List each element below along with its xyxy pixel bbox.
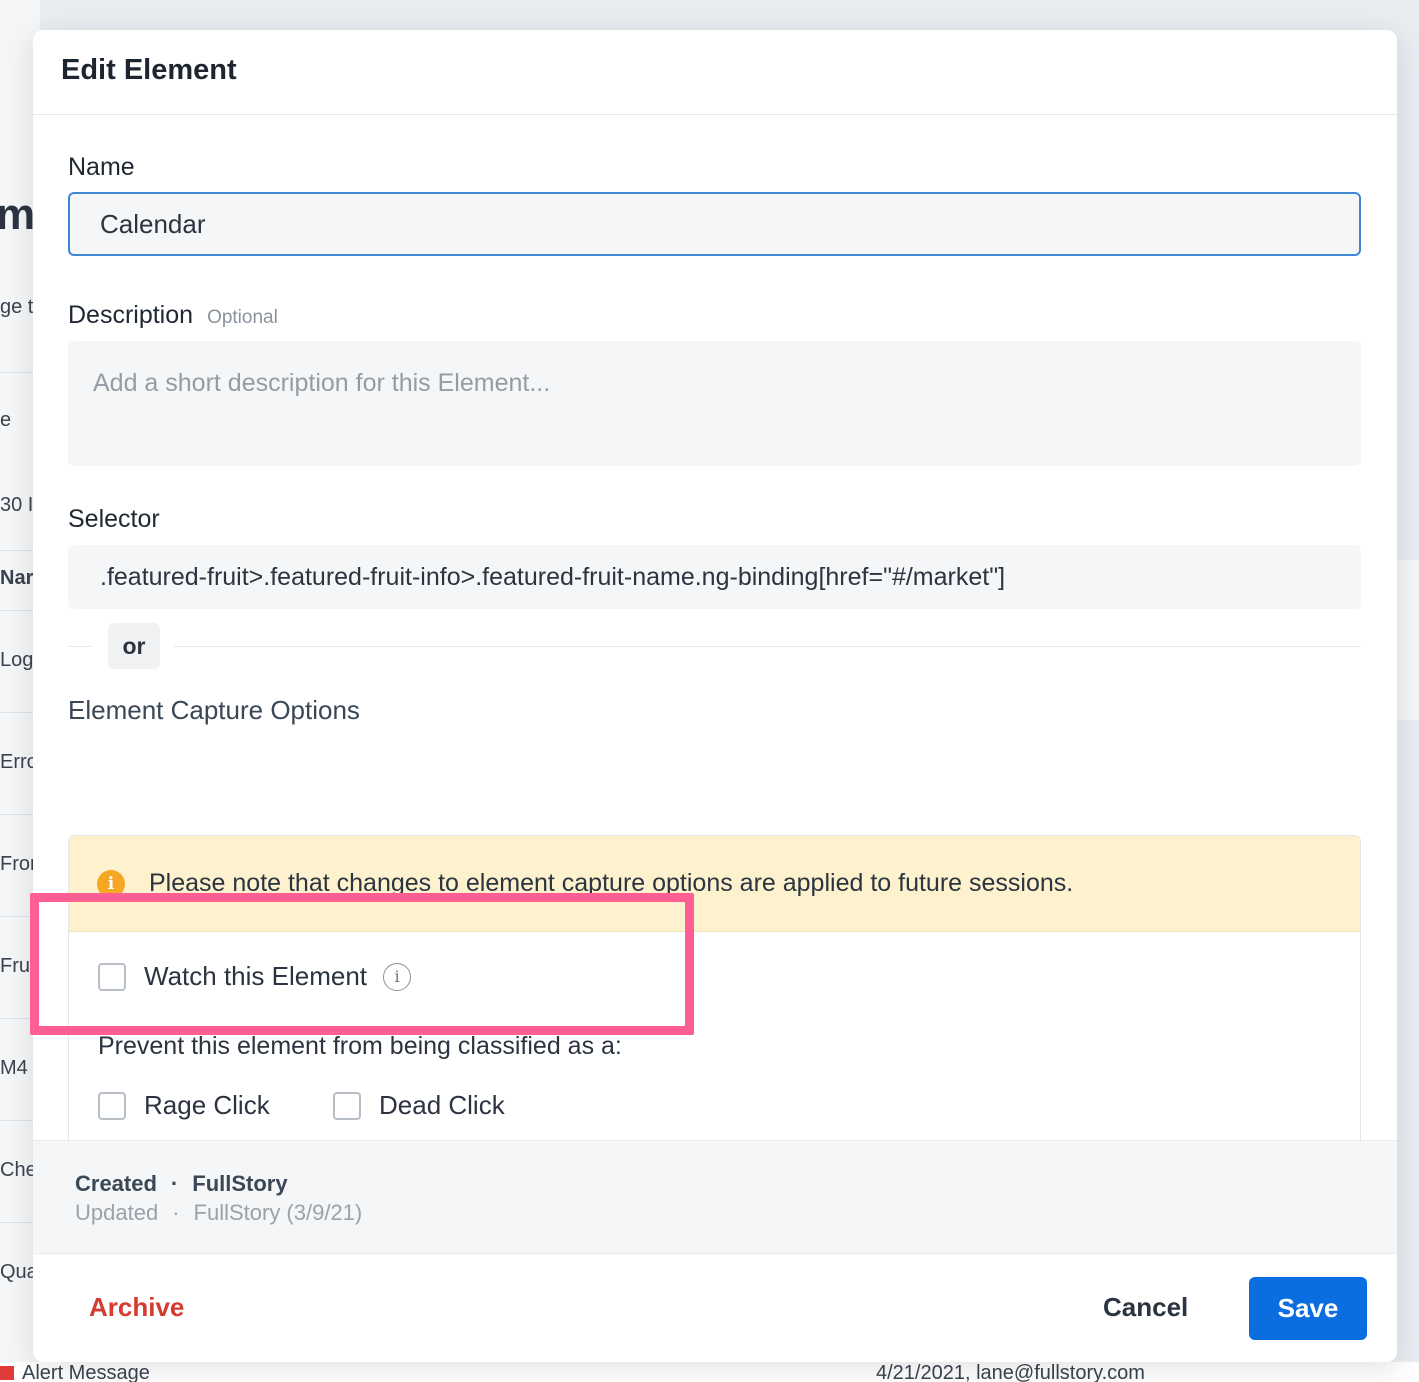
rage-click-option[interactable]: Rage Click	[98, 1090, 270, 1121]
name-label: Name	[68, 153, 135, 181]
alert-icon	[0, 1366, 14, 1380]
background-title: me	[0, 190, 36, 239]
selector-value: .featured-fruit>.featured-fruit-info>.fe…	[100, 562, 1006, 591]
watch-element-label: Watch this Element	[144, 961, 368, 991]
created-line: Created · FullStory	[75, 1169, 1355, 1198]
name-input[interactable]: Calendar	[68, 192, 1361, 256]
created-label: Created	[75, 1171, 157, 1196]
modal-header: Edit Element	[33, 30, 1397, 115]
info-icon[interactable]: i	[383, 962, 412, 991]
save-button[interactable]: Save	[1249, 1277, 1367, 1340]
updated-by: FullStory (3/9/21)	[193, 1200, 363, 1225]
modal-title: Edit Element	[61, 54, 237, 86]
watch-element-option[interactable]: Watch this Element i	[98, 961, 412, 992]
background-bottom-row: Alert Message 4/21/2021, lane@fullstory.…	[0, 1362, 1419, 1382]
created-by: FullStory	[192, 1171, 288, 1196]
background-date-user: 4/21/2021, lane@fullstory.com	[876, 1362, 1145, 1382]
background-alert-label: Alert Message	[22, 1362, 150, 1382]
info-filled-icon: i	[97, 869, 125, 898]
dead-click-label: Dead Click	[379, 1090, 505, 1120]
prevent-classification-label: Prevent this element from being classifi…	[98, 1032, 622, 1060]
or-pill: or	[108, 623, 160, 669]
cancel-button[interactable]: Cancel	[1103, 1292, 1188, 1323]
background-right-edge	[1395, 560, 1419, 720]
or-divider: or	[68, 620, 1361, 672]
dead-click-checkbox[interactable]	[333, 1091, 361, 1120]
modal-footer: Archive Cancel Save	[33, 1255, 1397, 1362]
updated-label: Updated	[75, 1200, 159, 1225]
edit-element-modal: Edit Element Name Calendar Description O…	[33, 30, 1397, 1362]
meta-separator: ·	[172, 1200, 180, 1225]
watch-element-checkbox[interactable]	[98, 962, 126, 991]
capture-options-title: Element Capture Options	[68, 695, 360, 725]
dead-click-option[interactable]: Dead Click	[333, 1090, 505, 1121]
rage-click-checkbox[interactable]	[98, 1091, 126, 1120]
selector-field[interactable]: .featured-fruit>.featured-fruit-info>.fe…	[68, 545, 1361, 609]
divider-line	[174, 646, 1361, 647]
description-label: Description	[68, 301, 194, 329]
capture-options-box: i Please note that changes to element ca…	[68, 835, 1361, 1153]
optional-tag: Optional	[207, 307, 278, 328]
meta-separator: ·	[170, 1171, 179, 1196]
name-input-value: Calendar	[100, 208, 206, 239]
notice-text: Please note that changes to element capt…	[149, 869, 1074, 897]
description-textarea[interactable]: Add a short description for this Element…	[68, 341, 1361, 466]
rage-click-label: Rage Click	[144, 1090, 270, 1120]
updated-line: Updated · FullStory (3/9/21)	[75, 1198, 1355, 1227]
archive-button[interactable]: Archive	[89, 1292, 184, 1323]
element-metadata: Created · FullStory Updated · FullStory …	[33, 1140, 1397, 1254]
description-placeholder: Add a short description for this Element…	[93, 369, 551, 397]
divider-line	[68, 646, 92, 647]
selector-label: Selector	[68, 505, 160, 533]
capture-notice: i Please note that changes to element ca…	[69, 836, 1360, 932]
description-label-group: Description Optional	[68, 301, 278, 330]
